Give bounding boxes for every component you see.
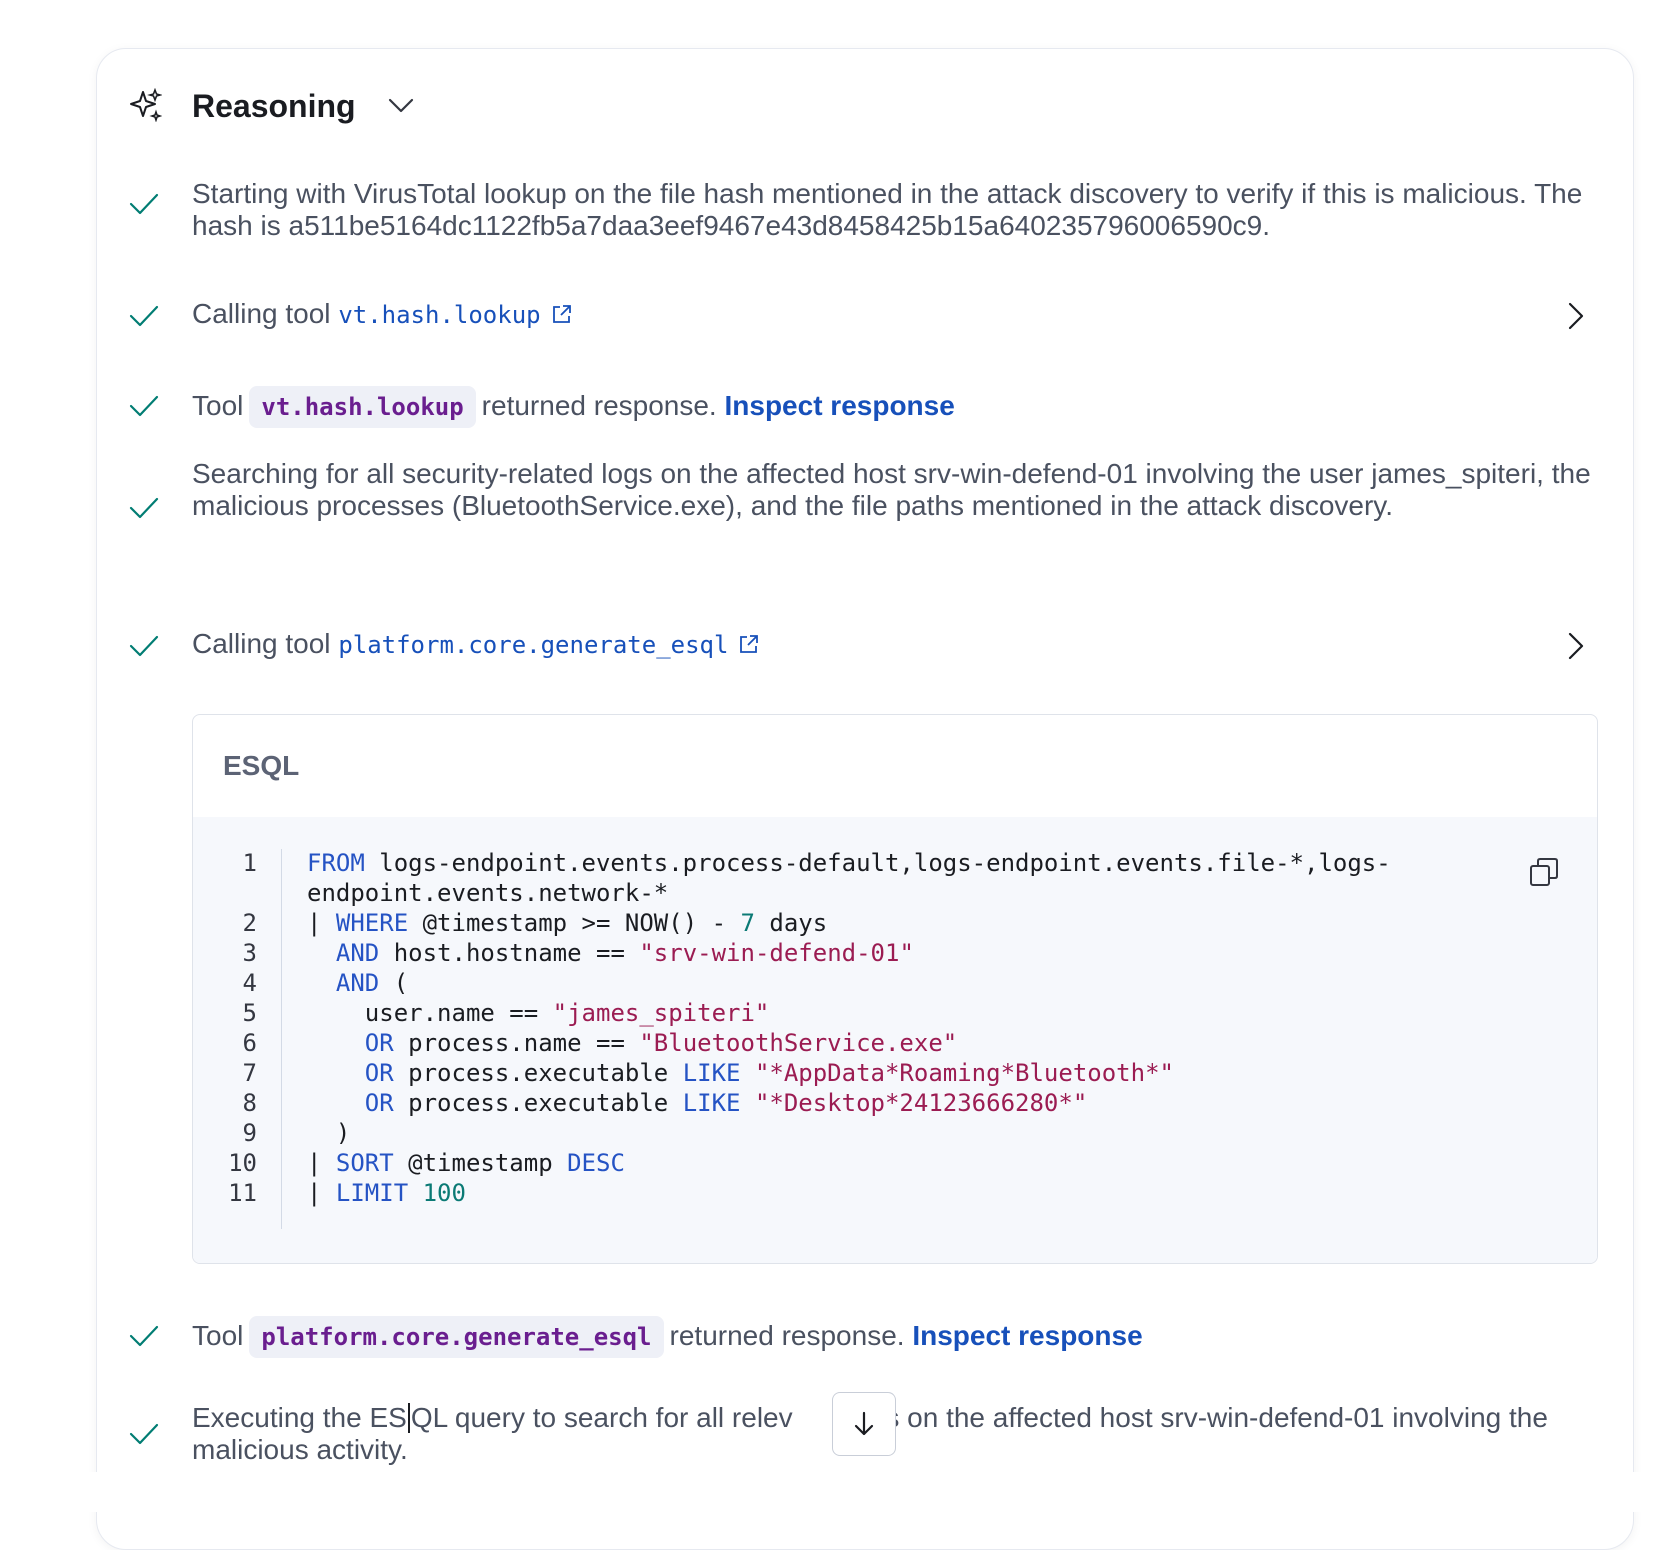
step-prefix: Calling tool (192, 628, 339, 659)
reasoning-step: Searching for all security-related logs … (128, 458, 1608, 558)
external-link-icon[interactable] (551, 303, 573, 325)
step-text: Starting with VirusTotal lookup on the f… (192, 178, 1583, 241)
code-text: FROM logs-endpoint.events.process-defaul… (307, 849, 1391, 877)
step-suffix: returned response. (669, 1320, 905, 1351)
line-number: 8 (242, 1089, 257, 1117)
check-icon (129, 635, 159, 657)
tool-name-badge: vt.hash.lookup (249, 386, 476, 428)
line-number: 4 (242, 969, 257, 997)
code-line: 4 AND ( (193, 967, 1597, 999)
chevron-down-icon[interactable] (386, 94, 416, 116)
line-number: 11 (228, 1179, 257, 1207)
chevron-right-icon[interactable] (1564, 300, 1588, 332)
code-line: 6 OR process.name == "BluetoothService.e… (193, 1027, 1597, 1059)
arrow-down-icon (854, 1411, 874, 1436)
code-text: AND host.hostname == "srv-win-defend-01" (335, 939, 914, 967)
code-text: ) (307, 1119, 351, 1147)
check-icon (129, 395, 159, 417)
check-icon (129, 193, 159, 215)
code-text: OR process.executable LIKE "*AppData*Roa… (364, 1059, 1174, 1087)
code-line: 7 OR process.executable LIKE "*AppData*R… (193, 1057, 1597, 1089)
code-line: 9 ) (193, 1117, 1597, 1149)
esql-title: ESQL (223, 750, 300, 781)
code-text: | WHERE @timestamp >= NOW() - 7 days (307, 909, 828, 937)
code-area[interactable]: 1 FROM logs-endpoint.events.process-defau… (193, 817, 1597, 1263)
code-text: AND ( (335, 969, 409, 997)
code-text: OR process.name == "BluetoothService.exe… (364, 1029, 958, 1057)
inspect-response-link[interactable]: Inspect response (725, 390, 955, 421)
tool-link[interactable]: platform.core.generate_esql (338, 631, 728, 659)
step-prefix: Tool (192, 390, 244, 421)
scroll-to-bottom-button[interactable] (832, 1392, 896, 1456)
esql-code-block: ESQL 1 FROM logs-endpoint.events.process-… (192, 714, 1598, 1264)
line-number: 3 (242, 939, 257, 967)
code-line: endpoint.events.network-* (193, 877, 1597, 909)
line-number: 7 (242, 1059, 257, 1087)
code-line: 10 | SORT @timestamp DESC (193, 1147, 1597, 1179)
chevron-right-icon[interactable] (1564, 630, 1588, 662)
check-icon (129, 1325, 159, 1347)
code-text: user.name == "james_spiteri" (307, 999, 770, 1027)
step-suffix: returned response. (481, 390, 717, 421)
reasoning-step[interactable]: Calling tool platform.core.generate_esql (128, 626, 1608, 666)
code-line: 2 | WHERE @timestamp >= NOW() - 7 days (193, 907, 1597, 939)
code-text: | SORT @timestamp DESC (307, 1149, 625, 1177)
sparkle-icon (130, 88, 162, 122)
code-text: OR process.executable LIKE "*Desktop*241… (364, 1089, 1088, 1117)
reasoning-step: Starting with VirusTotal lookup on the f… (128, 170, 1608, 241)
code-line: 5 user.name == "james_spiteri" (193, 997, 1597, 1029)
check-icon (129, 497, 159, 519)
code-line: 3 AND host.hostname == "srv-win-defend-0… (193, 937, 1597, 969)
code-line: 1 FROM logs-endpoint.events.process-defau… (193, 847, 1597, 879)
step-text: Searching for all security-related logs … (192, 458, 1591, 521)
code-line: 8 OR process.executable LIKE "*Desktop*2… (193, 1087, 1597, 1119)
step-text: Executing the ES QL query to search for a… (192, 1402, 1548, 1465)
bottom-edge (0, 1472, 1678, 1512)
text-cursor (407, 1403, 410, 1433)
line-number: 5 (242, 999, 257, 1027)
check-icon (129, 1423, 159, 1445)
code-text: endpoint.events.network-* (307, 879, 669, 907)
step-prefix: Calling tool (192, 298, 339, 329)
line-number: 2 (242, 909, 257, 937)
reasoning-title: Reasoning (192, 88, 356, 124)
tool-name-badge: platform.core.generate_esql (249, 1316, 664, 1358)
line-number: 10 (228, 1149, 257, 1177)
check-icon (129, 305, 159, 327)
reasoning-step: Tool vt.hash.lookup returned response. Ins… (128, 382, 1608, 428)
inspect-response-link[interactable]: Inspect response (912, 1320, 1142, 1351)
external-link-icon[interactable] (738, 633, 760, 655)
line-number: 6 (242, 1029, 257, 1057)
step-prefix: Tool (192, 1320, 244, 1351)
line-number: 9 (242, 1119, 257, 1147)
line-number: 1 (242, 849, 257, 877)
tool-link[interactable]: vt.hash.lookup (338, 301, 540, 329)
reasoning-step[interactable]: Calling tool vt.hash.lookup (128, 296, 1608, 336)
code-text: | LIMIT 100 (307, 1179, 466, 1207)
reasoning-step: Tool platform.core.generate_esql returned … (128, 1312, 1608, 1358)
code-line: 11 | LIMIT 100 (193, 1177, 1597, 1209)
